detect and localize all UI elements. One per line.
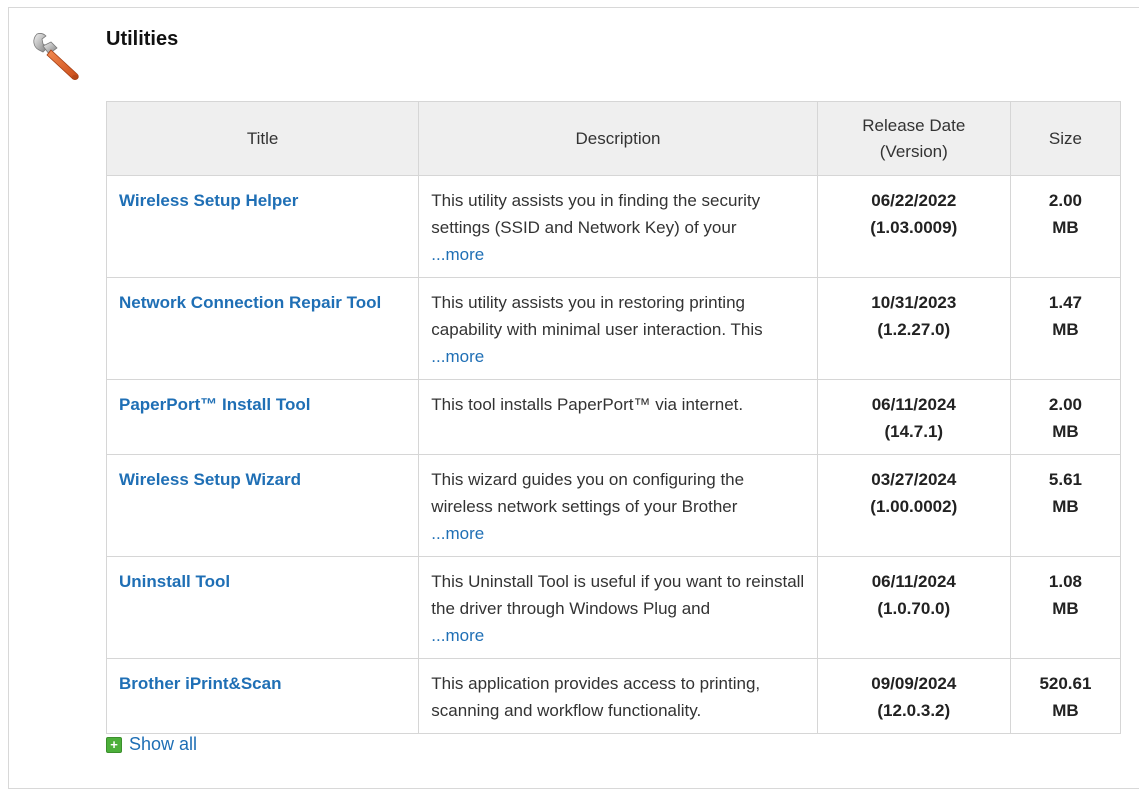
header-size: Size [1009,101,1122,176]
utility-link-uninstall-tool[interactable]: Uninstall Tool [119,572,230,591]
show-all-link[interactable]: + Show all [106,734,197,755]
header-release-date: Release Date (Version) [816,101,1011,176]
size-value: 1.08 [1048,572,1082,591]
more-link[interactable]: ...more [431,343,804,370]
utility-link-brother-iprint-scan[interactable]: Brother iPrint&Scan [119,674,281,693]
size-cell: 520.61 MB [1009,658,1122,734]
header-description: Description [418,101,818,176]
utility-link-paperport-install-tool[interactable]: PaperPort™ Install Tool [119,395,310,414]
utility-description: This utility assists you in finding the … [431,191,761,237]
description-cell: This utility assists you in finding the … [418,175,818,278]
release-date: 10/31/2023 [871,293,957,312]
wrench-icon [33,33,79,80]
utility-description: This wizard guides you on configuring th… [431,470,745,516]
table-row: Wireless Setup Helper This utility assis… [105,175,1122,278]
version: (1.00.0002) [870,497,958,516]
table-row: PaperPort™ Install Tool This tool instal… [105,379,1122,455]
size-unit: MB [1052,599,1079,618]
size-value: 2.00 [1048,395,1082,414]
table-header-row: Title Description Release Date (Version)… [105,101,1122,176]
table-row: Brother iPrint&Scan This application pro… [105,658,1122,734]
title-cell: Brother iPrint&Scan [105,658,420,734]
release-date: 06/11/2024 [871,395,956,414]
more-link[interactable]: ...more [431,241,804,268]
more-link[interactable]: ...more [431,622,804,649]
size-value: 5.61 [1048,470,1082,489]
size-value: 520.61 [1039,674,1092,693]
description-cell: This tool installs PaperPort™ via intern… [418,379,818,455]
size-cell: 2.00 MB [1009,379,1122,455]
plus-icon: + [106,736,122,753]
title-cell: Wireless Setup Helper [105,175,420,278]
utility-description: This tool installs PaperPort™ via intern… [431,395,744,414]
size-value: 2.00 [1048,191,1082,210]
description-cell: This application provides access to prin… [418,658,818,734]
size-unit: MB [1052,701,1079,720]
size-unit: MB [1052,320,1079,339]
release-date-cell: 06/11/2024 (14.7.1) [816,379,1011,455]
release-date-cell: 09/09/2024 (12.0.3.2) [816,658,1011,734]
header-title: Title [105,101,420,176]
version: (14.7.1) [884,422,944,441]
release-date-cell: 06/22/2022 (1.03.0009) [816,175,1011,278]
size-cell: 5.61 MB [1009,454,1122,557]
size-unit: MB [1052,422,1079,441]
release-date-cell: 10/31/2023 (1.2.27.0) [816,277,1011,380]
size-cell: 1.08 MB [1009,556,1122,659]
utility-link-wireless-setup-wizard[interactable]: Wireless Setup Wizard [119,470,301,489]
release-date: 03/27/2024 [871,470,957,489]
table-row: Network Connection Repair Tool This util… [105,277,1122,380]
size-cell: 2.00 MB [1009,175,1122,278]
more-link[interactable]: ...more [431,520,804,547]
header-release-date-label: Release Date [862,115,966,135]
utility-link-wireless-setup-helper[interactable]: Wireless Setup Helper [119,191,298,210]
show-all-label: Show all [129,734,198,754]
description-cell: This wizard guides you on configuring th… [418,454,818,557]
title-cell: Uninstall Tool [105,556,420,659]
utility-link-network-connection-repair-tool[interactable]: Network Connection Repair Tool [119,293,381,312]
size-value: 1.47 [1048,293,1082,312]
section-title: Utilities [106,28,179,50]
table-row: Wireless Setup Wizard This wizard guides… [105,454,1122,557]
size-cell: 1.47 MB [1009,277,1122,380]
release-date-cell: 03/27/2024 (1.00.0002) [816,454,1011,557]
release-date: 09/09/2024 [871,674,957,693]
release-date-cell: 06/11/2024 (1.0.70.0) [816,556,1011,659]
release-date: 06/11/2024 [871,572,956,591]
utility-description: This Uninstall Tool is useful if you wan… [431,572,805,618]
title-cell: Wireless Setup Wizard [105,454,420,557]
utilities-table: Title Description Release Date (Version)… [105,101,1122,734]
size-unit: MB [1052,497,1079,516]
version: (1.2.27.0) [877,320,951,339]
title-cell: Network Connection Repair Tool [105,277,420,380]
size-unit: MB [1052,218,1079,237]
description-cell: This utility assists you in restoring pr… [418,277,818,380]
utility-description: This utility assists you in restoring pr… [431,293,763,339]
title-cell: PaperPort™ Install Tool [105,379,420,455]
utility-description: This application provides access to prin… [431,674,761,720]
version: (12.0.3.2) [877,701,951,720]
version: (1.0.70.0) [877,599,951,618]
release-date: 06/22/2022 [871,191,957,210]
version: (1.03.0009) [870,218,958,237]
description-cell: This Uninstall Tool is useful if you wan… [418,556,818,659]
header-version-label: (Version) [879,141,948,161]
table-row: Uninstall Tool This Uninstall Tool is us… [105,556,1122,659]
